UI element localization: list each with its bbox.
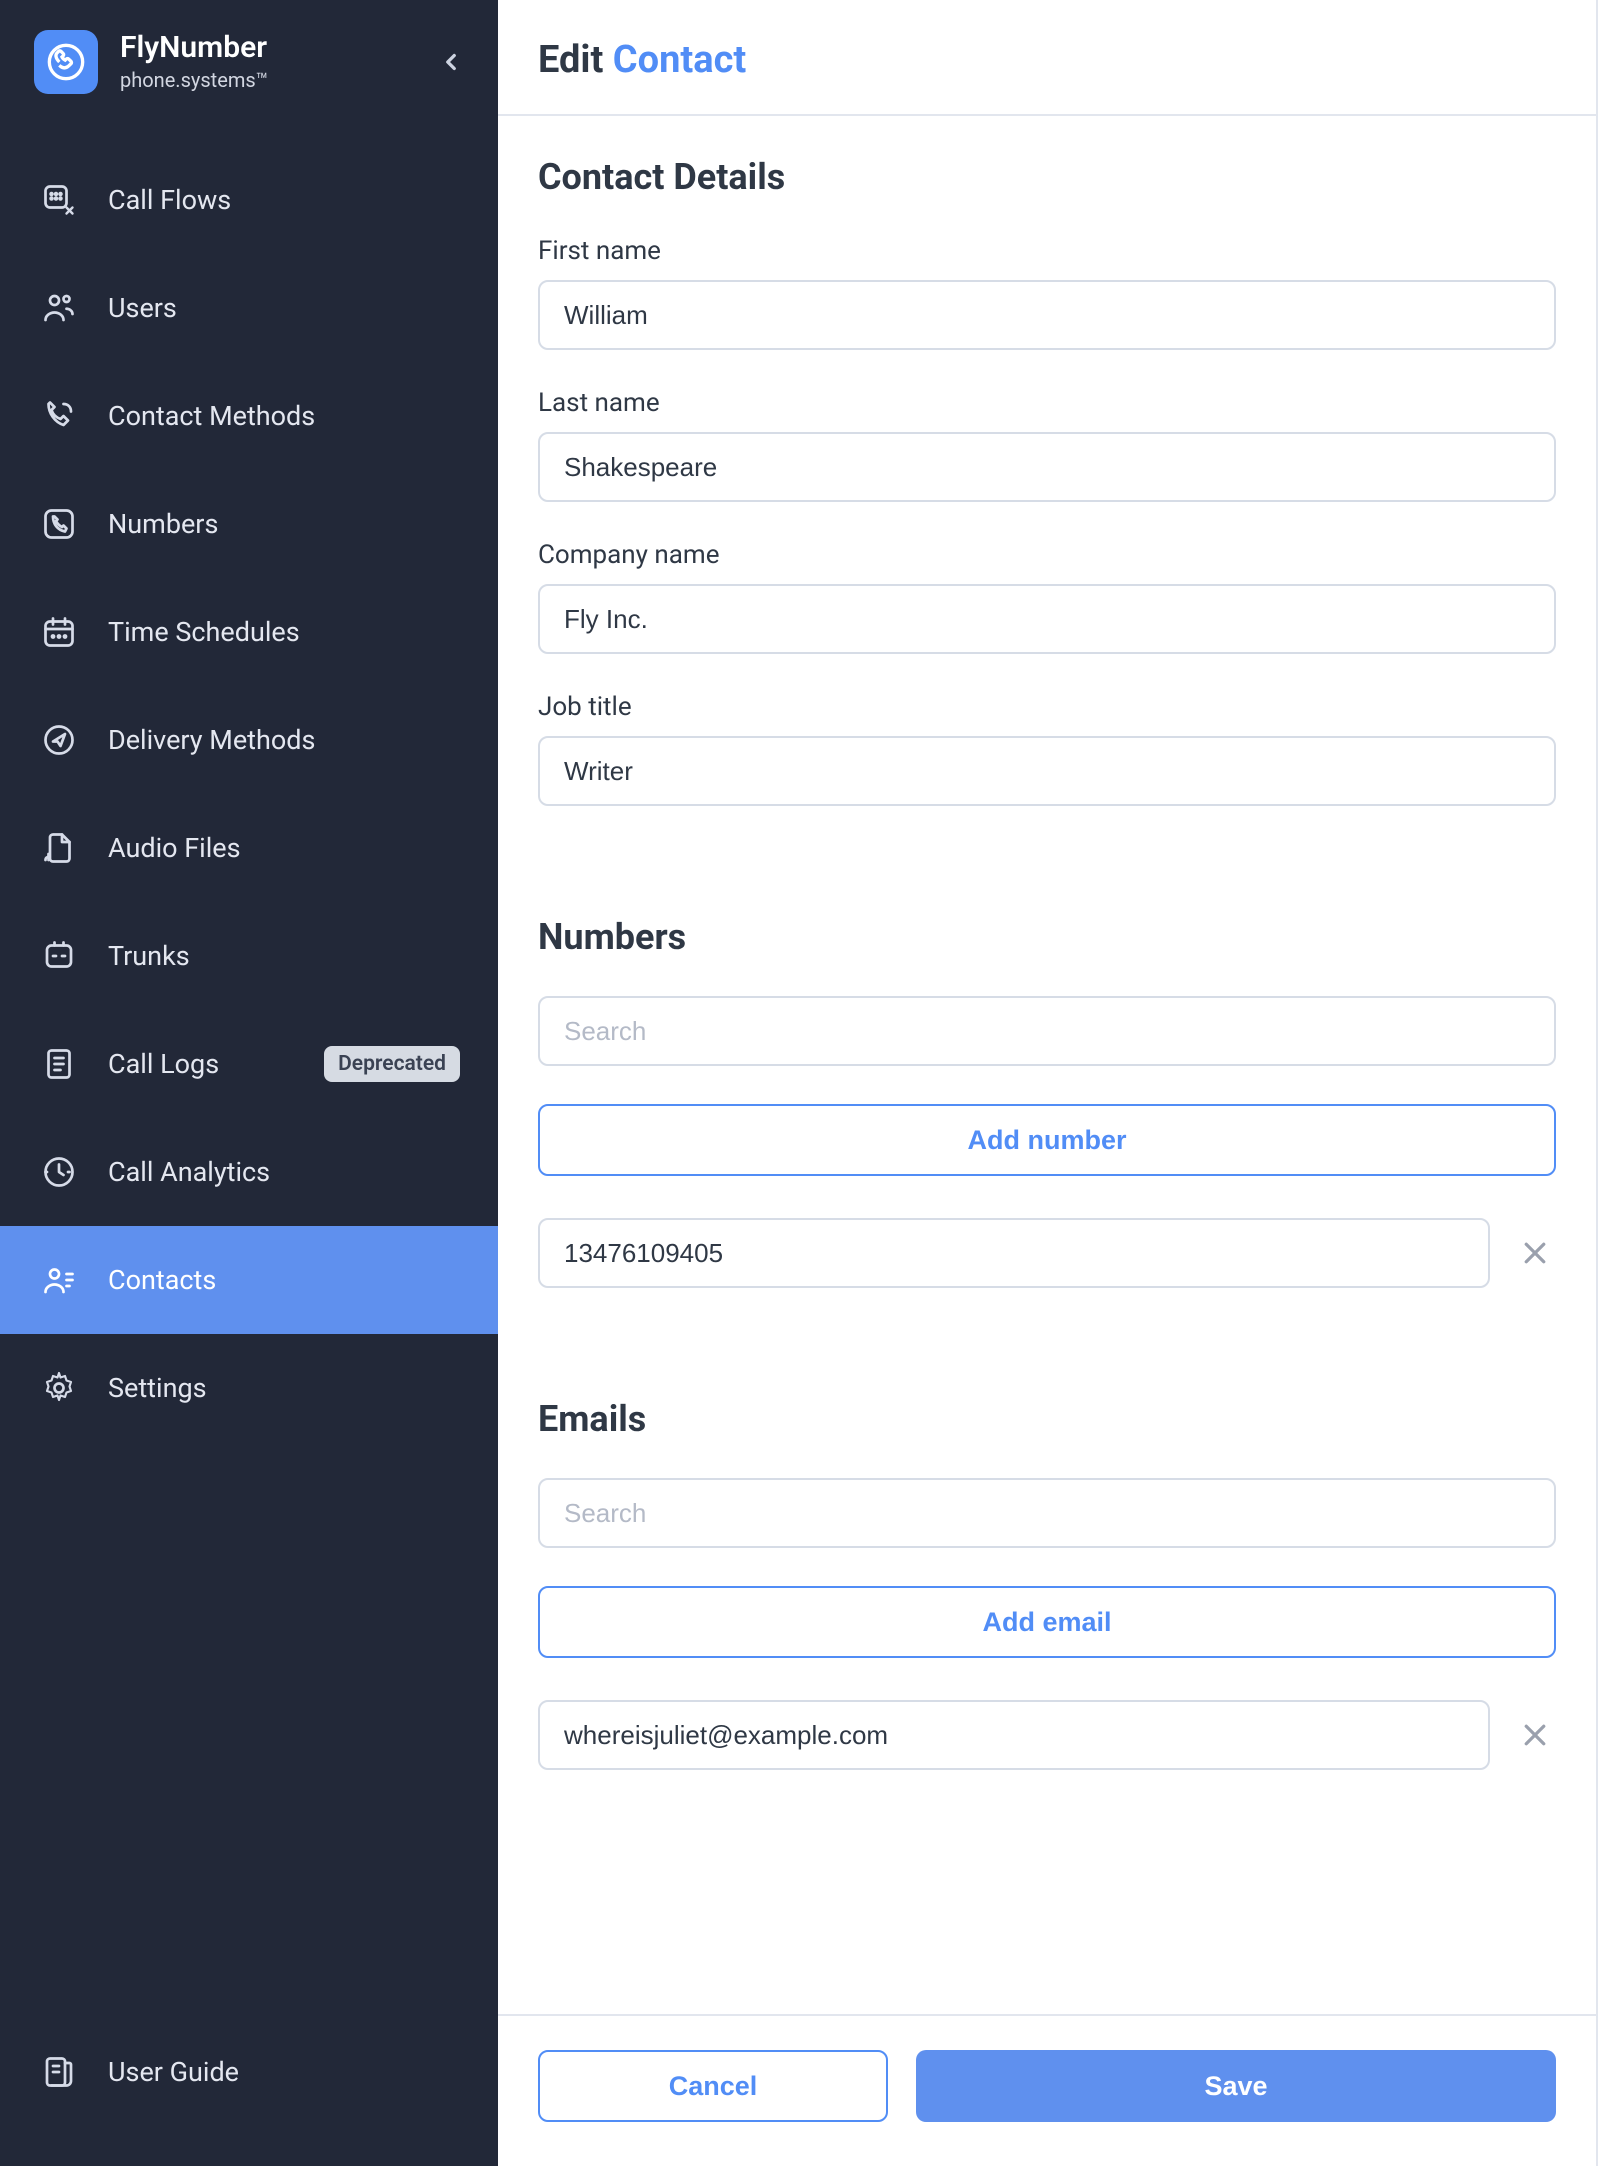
- field-first-name: First name: [538, 236, 1556, 350]
- page-title: Edit Contact: [538, 38, 1556, 82]
- input-job-title[interactable]: [538, 736, 1556, 806]
- delivery-icon: [38, 719, 80, 761]
- brand-title: FlyNumber: [120, 32, 268, 64]
- main-header: Edit Contact: [498, 0, 1598, 116]
- add-number-button[interactable]: Add number: [538, 1104, 1556, 1176]
- cancel-button[interactable]: Cancel: [538, 2050, 888, 2122]
- calendar-icon: [38, 611, 80, 653]
- sidebar-item-label: Audio Files: [108, 832, 241, 864]
- brand-subtitle: phone.systems™: [120, 68, 268, 92]
- sidebar-item-audio-files[interactable]: Audio Files: [0, 794, 498, 902]
- numbers-icon: [38, 503, 80, 545]
- sidebar-item-label: Users: [108, 292, 177, 324]
- remove-email-button[interactable]: [1514, 1714, 1556, 1756]
- section-title-contact-details: Contact Details: [538, 156, 1556, 198]
- emails-search-input[interactable]: [538, 1478, 1556, 1548]
- sidebar: FlyNumber phone.systems™: [0, 0, 498, 2166]
- add-number-label: Add number: [968, 1125, 1127, 1156]
- label-job-title: Job title: [538, 692, 1556, 722]
- label-last-name: Last name: [538, 388, 1556, 418]
- label-first-name: First name: [538, 236, 1556, 266]
- add-email-label: Add email: [982, 1607, 1111, 1638]
- brand-text: FlyNumber phone.systems™: [120, 32, 268, 92]
- numbers-search-input[interactable]: [538, 996, 1556, 1066]
- users-icon: [38, 287, 80, 329]
- sidebar-item-label: Call Flows: [108, 184, 231, 216]
- sidebar-collapse-button[interactable]: [438, 49, 464, 75]
- user-guide-icon: [38, 2051, 80, 2093]
- audio-file-icon: [38, 827, 80, 869]
- save-button[interactable]: Save: [916, 2050, 1556, 2122]
- sidebar-item-label: Trunks: [108, 940, 190, 972]
- sidebar-item-settings[interactable]: Settings: [0, 1334, 498, 1442]
- email-entry-row: [538, 1700, 1556, 1770]
- save-label: Save: [1204, 2071, 1267, 2101]
- remove-number-button[interactable]: [1514, 1232, 1556, 1274]
- phone-icon: [46, 42, 86, 82]
- cancel-label: Cancel: [669, 2071, 758, 2101]
- sidebar-item-user-guide[interactable]: User Guide: [0, 2018, 498, 2126]
- section-emails: Emails Add email: [538, 1398, 1556, 1770]
- section-title-emails: Emails: [538, 1398, 1556, 1440]
- close-icon: [1520, 1720, 1550, 1750]
- sidebar-item-label: Numbers: [108, 508, 218, 540]
- sidebar-item-label: Call Analytics: [108, 1156, 270, 1188]
- brand-row: FlyNumber phone.systems™: [0, 18, 498, 118]
- field-last-name: Last name: [538, 388, 1556, 502]
- number-entry-input[interactable]: [538, 1218, 1490, 1288]
- number-entry-row: [538, 1218, 1556, 1288]
- section-contact-details: Contact Details First name Last name Com…: [538, 156, 1556, 806]
- field-company: Company name: [538, 540, 1556, 654]
- input-last-name[interactable]: [538, 432, 1556, 502]
- chevron-left-icon: [438, 49, 464, 75]
- sidebar-item-contacts[interactable]: Contacts: [0, 1226, 498, 1334]
- contacts-icon: [38, 1259, 80, 1301]
- analytics-icon: [38, 1151, 80, 1193]
- sidebar-nav: Call Flows Users Conta: [0, 146, 498, 2018]
- input-first-name[interactable]: [538, 280, 1556, 350]
- sidebar-item-label: Settings: [108, 1372, 207, 1404]
- contact-methods-icon: [38, 395, 80, 437]
- sidebar-item-trunks[interactable]: Trunks: [0, 902, 498, 1010]
- sidebar-item-delivery-methods[interactable]: Delivery Methods: [0, 686, 498, 794]
- sidebar-item-call-analytics[interactable]: Call Analytics: [0, 1118, 498, 1226]
- deprecated-badge: Deprecated: [324, 1046, 460, 1082]
- sidebar-item-label: Time Schedules: [108, 616, 300, 648]
- brand-logo: [34, 30, 98, 94]
- add-email-button[interactable]: Add email: [538, 1586, 1556, 1658]
- sidebar-item-label: Contacts: [108, 1264, 216, 1296]
- main-body[interactable]: Contact Details First name Last name Com…: [498, 116, 1598, 2014]
- trunks-icon: [38, 935, 80, 977]
- sidebar-item-call-flows[interactable]: Call Flows: [0, 146, 498, 254]
- close-icon: [1520, 1238, 1550, 1268]
- sidebar-item-contact-methods[interactable]: Contact Methods: [0, 362, 498, 470]
- sidebar-item-label: User Guide: [108, 2056, 239, 2088]
- sidebar-item-label: Call Logs: [108, 1048, 219, 1080]
- page-title-entity: Contact: [613, 38, 746, 82]
- sidebar-item-users[interactable]: Users: [0, 254, 498, 362]
- gear-icon: [38, 1367, 80, 1409]
- sidebar-item-label: Delivery Methods: [108, 724, 315, 756]
- sidebar-item-time-schedules[interactable]: Time Schedules: [0, 578, 498, 686]
- sidebar-item-label: Contact Methods: [108, 400, 315, 432]
- field-job-title: Job title: [538, 692, 1556, 806]
- section-numbers: Numbers Add number: [538, 916, 1556, 1288]
- main-panel: Edit Contact Contact Details First name …: [498, 0, 1598, 2166]
- email-entry-input[interactable]: [538, 1700, 1490, 1770]
- call-logs-icon: [38, 1043, 80, 1085]
- call-flows-icon: [38, 179, 80, 221]
- sidebar-item-numbers[interactable]: Numbers: [0, 470, 498, 578]
- sidebar-item-call-logs[interactable]: Call Logs Deprecated: [0, 1010, 498, 1118]
- footer-actions: Cancel Save: [498, 2014, 1598, 2166]
- label-company: Company name: [538, 540, 1556, 570]
- input-company[interactable]: [538, 584, 1556, 654]
- section-title-numbers: Numbers: [538, 916, 1556, 958]
- page-title-plain: Edit: [538, 38, 613, 82]
